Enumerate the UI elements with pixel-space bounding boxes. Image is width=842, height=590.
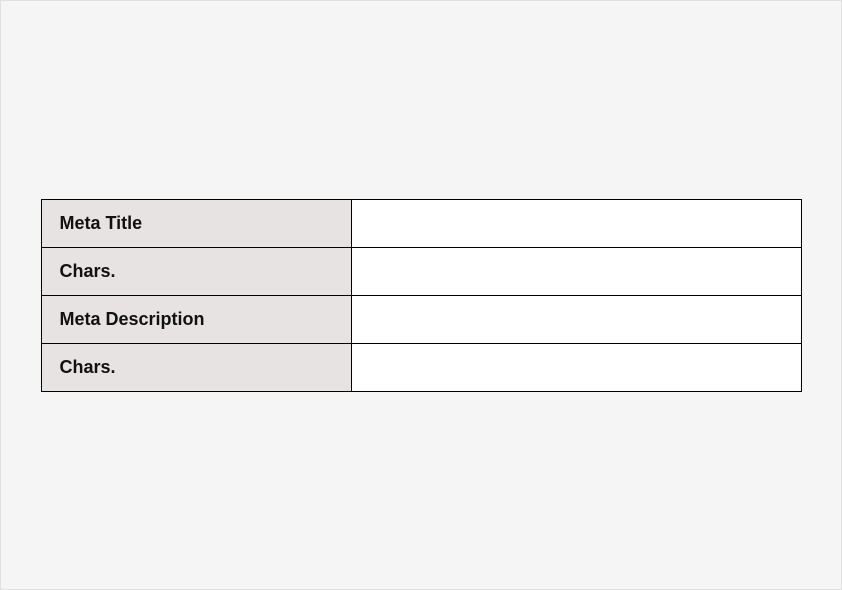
table-row: Chars. bbox=[41, 247, 801, 295]
meta-title-chars-label: Chars. bbox=[41, 247, 351, 295]
table-row: Chars. bbox=[41, 343, 801, 391]
table-row: Meta Title bbox=[41, 199, 801, 247]
meta-description-chars-value bbox=[351, 343, 801, 391]
table-row: Meta Description bbox=[41, 295, 801, 343]
meta-table: Meta Title Chars. Meta Description Chars… bbox=[41, 199, 802, 392]
meta-description-chars-label: Chars. bbox=[41, 343, 351, 391]
meta-title-chars-value bbox=[351, 247, 801, 295]
meta-table-container: Meta Title Chars. Meta Description Chars… bbox=[41, 199, 802, 392]
meta-title-label: Meta Title bbox=[41, 199, 351, 247]
meta-title-value bbox=[351, 199, 801, 247]
meta-description-label: Meta Description bbox=[41, 295, 351, 343]
meta-description-value bbox=[351, 295, 801, 343]
